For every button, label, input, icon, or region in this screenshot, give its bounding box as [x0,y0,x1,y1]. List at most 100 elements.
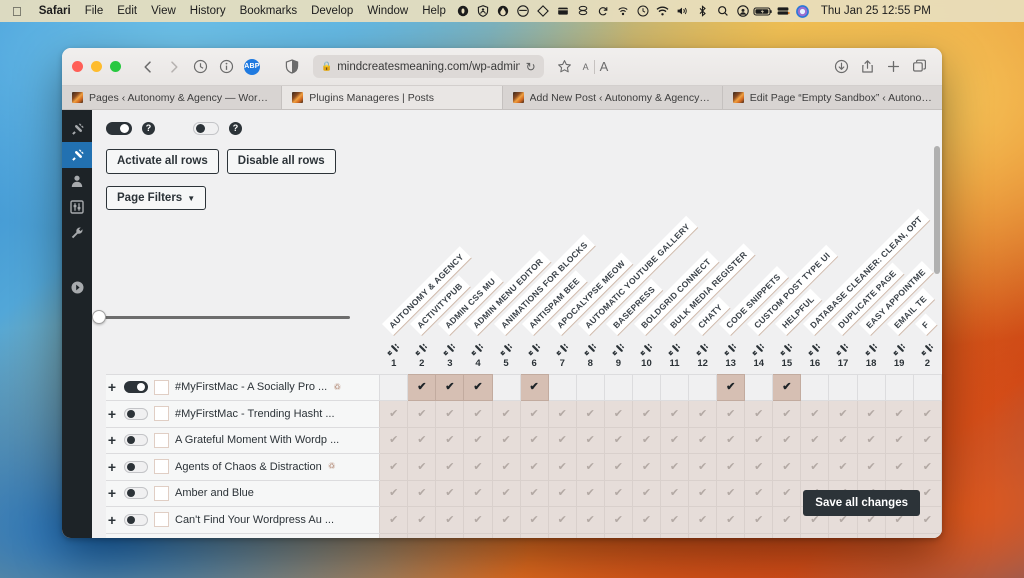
matrix-cell[interactable]: ✔ [379,426,409,454]
diamond-icon[interactable] [533,5,553,17]
matrix-cell[interactable] [688,373,718,401]
column-header-19[interactable]: EMAIL TE [885,210,936,338]
column-number-11[interactable]: 11 [660,338,688,374]
matrix-cell[interactable]: ✔ [407,373,437,401]
row-toggle[interactable] [124,460,148,473]
siri-icon[interactable] [793,4,813,18]
menu-item-history[interactable]: History [183,5,233,17]
matrix-cell[interactable]: ✔ [856,453,886,481]
matrix-cell[interactable]: ✔ [772,400,802,428]
info-icon[interactable] [213,55,239,79]
matrix-cell[interactable]: ✔ [688,532,718,538]
matrix-cell[interactable] [491,373,521,401]
menu-item-view[interactable]: View [144,5,183,17]
matrix-cell[interactable]: ✔ [491,426,521,454]
card-icon[interactable] [553,5,573,17]
matrix-cell[interactable]: ✔ [772,506,802,534]
matrix-cell[interactable]: ✔ [912,453,942,481]
tab-plugins-manager[interactable]: Plugins Manageres | Posts [282,86,503,109]
matrix-cell[interactable]: ✔ [828,426,858,454]
matrix-cell[interactable]: ✔ [884,532,914,538]
sidebar-item-users[interactable] [62,168,92,194]
matrix-cell[interactable] [856,373,886,401]
matrix-cell[interactable]: ✔ [463,426,493,454]
matrix-cell[interactable]: ✔ [716,479,746,507]
stack-icon[interactable] [573,5,593,17]
battery-icon[interactable] [753,5,773,17]
matrix-cell[interactable]: ✔ [519,400,549,428]
matrix-cell[interactable]: ✔ [772,373,802,401]
matrix-cell[interactable]: ✔ [491,506,521,534]
column-header-17[interactable]: DUPLICATE PAGE [829,210,905,338]
matrix-cell[interactable] [547,373,577,401]
matrix-cell[interactable] [379,373,409,401]
matrix-cell[interactable]: ✔ [800,532,830,538]
matrix-cell[interactable]: ✔ [828,532,858,538]
matrix-cell[interactable]: ✔ [659,426,690,454]
column-header-6[interactable]: ANTISPAM BEE [520,210,589,338]
matrix-cell[interactable]: ✔ [547,506,577,534]
column-header-4[interactable]: ADMIN MENU EDITOR [464,210,552,338]
column-number-19[interactable]: 19 [885,338,913,374]
column-header-9[interactable]: BASEPRESS [604,210,664,338]
column-number-16[interactable]: 16 [801,338,829,374]
matrix-cell[interactable]: ✔ [856,426,886,454]
shield-user-icon[interactable] [473,5,493,17]
matrix-cell[interactable]: ✔ [603,479,633,507]
matrix-cell[interactable]: ✔ [884,453,914,481]
share-icon[interactable] [854,55,880,79]
matrix-cell[interactable]: ✔ [856,532,886,538]
matrix-cell[interactable]: ✔ [884,400,914,428]
sidebar-item-settings[interactable] [62,194,92,220]
search-icon[interactable] [713,5,733,17]
column-header-5[interactable]: ANIMATIONS FOR BLOCKS [492,210,596,338]
matrix-cell[interactable]: ✔ [603,426,633,454]
matrix-cell[interactable]: ✔ [856,400,886,428]
matrix-cell[interactable]: ✔ [912,400,942,428]
column-number-18[interactable]: 18 [857,338,885,374]
column-number-6[interactable]: 6 [520,338,548,374]
matrix-cell[interactable]: ✔ [772,532,802,538]
control-center-icon[interactable] [733,5,753,17]
apple-logo-icon[interactable]:  [12,5,22,18]
close-window-button[interactable] [72,61,83,72]
circle-dot-icon[interactable] [453,5,473,17]
column-header-3[interactable]: ADMIN CSS MU [436,210,504,338]
matrix-cell[interactable]: ✔ [491,479,521,507]
timemachine-icon[interactable] [633,5,653,17]
reader-shield-icon[interactable] [279,55,305,79]
maximize-window-button[interactable] [110,61,121,72]
volume-icon[interactable] [673,5,693,17]
matrix-cell[interactable]: ✔ [631,400,661,428]
row-checkbox[interactable] [154,379,169,395]
matrix-cell[interactable] [912,373,942,401]
row-checkbox[interactable] [154,432,169,448]
column-header-18[interactable]: EASY APPOINTME [857,210,934,338]
column-header-10[interactable]: BOLDGRID CONNECT [632,210,720,338]
matrix-cell[interactable]: ✔ [379,479,409,507]
column-number-7[interactable]: 7 [548,338,576,374]
matrix-cell[interactable] [631,373,661,401]
matrix-cell[interactable]: ✔ [407,400,437,428]
matrix-cell[interactable]: ✔ [463,479,493,507]
matrix-cell[interactable]: ✔ [407,506,437,534]
matrix-cell[interactable]: ✔ [800,400,830,428]
matrix-cell[interactable]: ✔ [631,532,661,538]
back-icon[interactable] [135,55,161,79]
plus-icon[interactable] [880,55,906,79]
matrix-cell[interactable]: ✔ [519,506,549,534]
sidebar-item-plugins-manager[interactable] [62,142,92,168]
column-number-4[interactable]: 4 [464,338,492,374]
matrix-cell[interactable]: ✔ [547,453,577,481]
address-bar[interactable]: 🔒 mindcreatesmeaning.com/wp-admin/admin.… [313,55,544,78]
matrix-cell[interactable]: ✔ [659,479,690,507]
matrix-cell[interactable]: ✔ [744,506,774,534]
matrix-cell[interactable]: ✔ [716,453,746,481]
matrix-cell[interactable]: ✔ [547,426,577,454]
matrix-cell[interactable]: ✔ [744,479,774,507]
reload-icon[interactable]: ↻ [526,60,536,74]
matrix-cell[interactable] [575,373,605,401]
matrix-cell[interactable]: ✔ [716,373,746,401]
expand-row-icon[interactable]: + [106,460,118,474]
increase-text-size-button[interactable]: A [595,59,614,74]
